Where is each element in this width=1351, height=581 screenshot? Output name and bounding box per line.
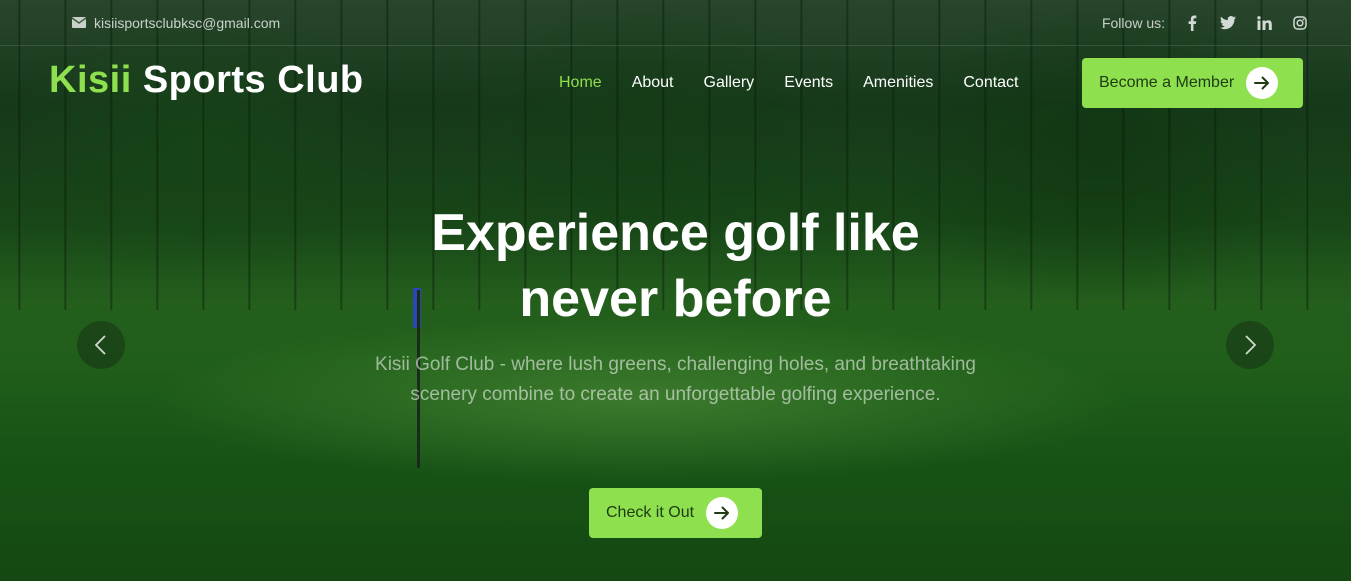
hero-headline: Experience golf like never before	[300, 200, 1051, 332]
check-it-out-label: Check it Out	[606, 504, 695, 521]
linkedin-icon[interactable]	[1255, 13, 1273, 33]
nav-item-contact[interactable]: Contact	[963, 74, 1018, 92]
chevron-right-icon	[1245, 335, 1256, 355]
site-logo[interactable]: Kisii Sports Club	[49, 59, 364, 102]
carousel-next-button[interactable]	[1226, 321, 1274, 369]
nav-item-gallery[interactable]: Gallery	[704, 74, 755, 92]
headline-line-1: Experience golf like	[431, 204, 920, 262]
nav-item-amenities[interactable]: Amenities	[863, 74, 933, 92]
carousel-prev-button[interactable]	[77, 321, 125, 369]
arrow-right-icon	[706, 497, 739, 529]
email-contact[interactable]: kisiisportsclubksc@gmail.com	[71, 15, 281, 31]
check-it-out-button[interactable]: Check it Out	[589, 488, 762, 538]
become-member-button[interactable]: Become a Member	[1082, 58, 1303, 108]
email-text: kisiisportsclubksc@gmail.com	[94, 15, 281, 31]
social-links: Follow us:	[1102, 13, 1309, 33]
nav-item-events[interactable]: Events	[784, 74, 833, 92]
logo-accent-text: Kisii	[49, 59, 132, 101]
chevron-left-icon	[95, 335, 106, 355]
main-nav: Home About Gallery Events Amenities Cont…	[559, 74, 1019, 92]
nav-item-about[interactable]: About	[632, 74, 674, 92]
instagram-icon[interactable]	[1291, 13, 1309, 33]
twitter-icon[interactable]	[1219, 13, 1237, 33]
logo-text: Sports Club	[142, 59, 364, 101]
follow-label: Follow us:	[1101, 15, 1165, 31]
arrow-right-icon	[1246, 67, 1279, 99]
hero-section: kisiisportsclubksc@gmail.com Follow us:	[0, 0, 1351, 581]
headline-line-2: never before	[519, 270, 832, 328]
envelope-icon	[71, 15, 87, 31]
facebook-icon[interactable]	[1183, 13, 1201, 33]
nav-item-home[interactable]: Home	[559, 74, 602, 92]
top-bar: kisiisportsclubksc@gmail.com Follow us:	[0, 0, 1351, 46]
hero-subtext: Kisii Golf Club - where lush greens, cha…	[375, 354, 976, 405]
become-member-label: Become a Member	[1099, 74, 1235, 91]
